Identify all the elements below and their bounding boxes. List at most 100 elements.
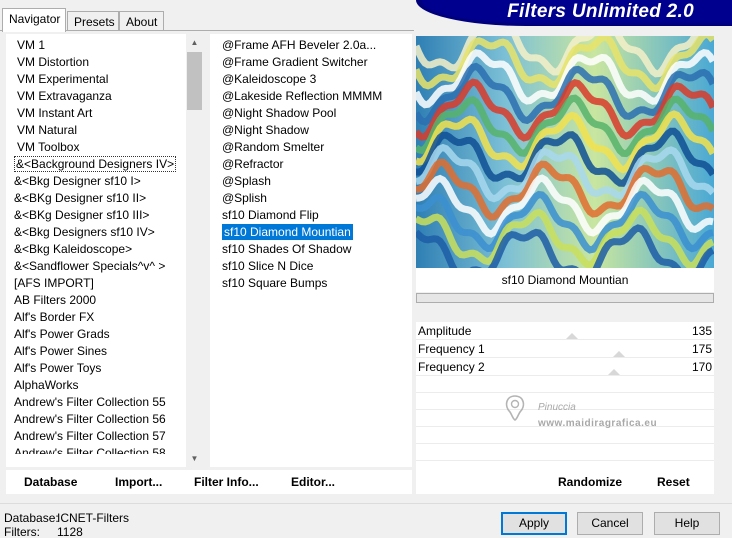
category-label: Andrew's Filter Collection 56 (14, 412, 166, 426)
filter-item[interactable]: sf10 Shades Of Shadow (210, 241, 412, 258)
import-button[interactable]: Import... (115, 470, 162, 494)
category-item[interactable]: Andrew's Filter Collection 57 (6, 428, 203, 445)
tab-presets[interactable]: Presets (67, 11, 119, 30)
category-item[interactable]: Alf's Border FX (6, 309, 203, 326)
filter-item[interactable]: @Night Shadow (210, 122, 412, 139)
category-label: VM 1 (17, 38, 46, 52)
category-item[interactable]: Alf's Power Toys (6, 360, 203, 377)
category-item[interactable]: &<Background Designers IV> (6, 156, 203, 173)
category-item[interactable]: Alf's Power Grads (6, 326, 203, 343)
status-info: Database:ICNET-Filters Filters: 1128 (4, 511, 129, 538)
filter-label: @Night Shadow (222, 123, 309, 137)
tab-navigator[interactable]: Navigator (2, 8, 66, 32)
status-value: 1128 (57, 525, 83, 538)
category-item[interactable]: [AFS IMPORT] (6, 275, 203, 292)
category-label: VM Extravaganza (17, 89, 112, 103)
scroll-down-icon[interactable]: ▼ (186, 450, 203, 467)
category-item[interactable]: Andrew's Filter Collection 58 (6, 445, 203, 454)
param-frequency-1[interactable]: Frequency 1 175 (416, 340, 714, 358)
category-item[interactable]: VM 1 (6, 37, 203, 54)
param-empty-row (416, 444, 714, 461)
filter-label: @Frame Gradient Switcher (222, 55, 368, 69)
tab-about[interactable]: About (119, 11, 164, 30)
filter-label: sf10 Slice N Dice (222, 259, 314, 273)
category-label: Andrew's Filter Collection 57 (14, 429, 166, 443)
preview-image (416, 36, 714, 268)
filter-item[interactable]: sf10 Diamond Mountian (210, 224, 412, 241)
category-item[interactable]: VM Instant Art (6, 105, 203, 122)
category-item[interactable]: &<Bkg Designer sf10 I> (6, 173, 203, 190)
filter-info-button[interactable]: Filter Info... (194, 470, 259, 494)
category-label: &<BKg Designer sf10 II> (14, 191, 147, 205)
editor-button[interactable]: Editor... (291, 470, 335, 494)
filter-label: @Refractor (222, 157, 284, 171)
slider-thumb-icon[interactable] (566, 333, 578, 339)
category-item[interactable]: &<BKg Designer sf10 III> (6, 207, 203, 224)
filter-item[interactable]: @Random Smelter (210, 139, 412, 156)
category-item[interactable]: VM Natural (6, 122, 203, 139)
filter-item[interactable]: @Frame AFH Beveler 2.0a... (210, 37, 412, 54)
slider-thumb-icon[interactable] (608, 369, 620, 375)
filter-item[interactable]: @Kaleidoscope 3 (210, 71, 412, 88)
category-label: &<Bkg Designer sf10 I> (14, 174, 141, 188)
param-label: Frequency 1 (418, 342, 485, 356)
category-label: Alf's Border FX (14, 310, 95, 324)
category-item[interactable]: Andrew's Filter Collection 55 (6, 394, 203, 411)
database-button[interactable]: Database (24, 470, 77, 494)
filter-item[interactable]: sf10 Square Bumps (210, 275, 412, 292)
apply-button[interactable]: Apply (501, 512, 567, 535)
category-item[interactable]: Alf's Power Sines (6, 343, 203, 360)
filter-label: @Lakeside Reflection MMMM (222, 89, 383, 103)
filter-label: sf10 Diamond Flip (222, 208, 319, 222)
category-item[interactable]: &<Bkg Kaleidoscope> (6, 241, 203, 258)
filter-item[interactable]: sf10 Slice N Dice (210, 258, 412, 275)
filter-item[interactable]: sf10 Diamond Flip (210, 207, 412, 224)
category-label: Alf's Power Toys (14, 361, 102, 375)
category-item[interactable]: VM Experimental (6, 71, 203, 88)
category-item[interactable]: AlphaWorks (6, 377, 203, 394)
slider-thumb-icon[interactable] (613, 351, 625, 357)
category-item[interactable]: VM Distortion (6, 54, 203, 71)
category-item[interactable]: &<Sandflower Specials^v^ > (6, 258, 203, 275)
filter-label: @Splish (222, 191, 267, 205)
param-amplitude[interactable]: Amplitude 135 (416, 322, 714, 340)
category-label: &<Bkg Designers sf10 IV> (14, 225, 155, 239)
randomize-button[interactable]: Randomize (558, 470, 622, 494)
scroll-thumb[interactable] (187, 52, 202, 110)
category-item[interactable]: &<Bkg Designers sf10 IV> (6, 224, 203, 241)
watermark-url: www.maidiragrafica.eu (538, 418, 658, 429)
category-label: Andrew's Filter Collection 58 (14, 446, 166, 454)
category-label: VM Distortion (17, 55, 90, 69)
preview-toolbar: Randomize Reset (416, 470, 714, 494)
filter-list[interactable]: @Frame AFH Beveler 2.0a... @Frame Gradien… (210, 34, 412, 467)
category-label: VM Instant Art (17, 106, 93, 120)
category-item[interactable]: AB Filters 2000 (6, 292, 203, 309)
category-item[interactable]: &<BKg Designer sf10 II> (6, 190, 203, 207)
watermark-logo-icon (505, 395, 525, 421)
watermark-name: Pinuccia (538, 402, 576, 413)
watermark: Pinuccia www.maidiragrafica.eu (496, 392, 676, 432)
category-item[interactable]: Andrew's Filter Collection 56 (6, 411, 203, 428)
filter-item[interactable]: @Refractor (210, 156, 412, 173)
filter-item[interactable]: @Splish (210, 190, 412, 207)
scroll-up-icon[interactable]: ▲ (186, 34, 203, 51)
title-banner: Filters Unlimited 2.0 (416, 0, 732, 26)
category-list[interactable]: VM 1 VM Distortion VM Experimental VM Extra… (6, 34, 203, 467)
reset-button[interactable]: Reset (657, 470, 690, 494)
category-label: Andrew's Filter Collection 55 (14, 395, 166, 409)
param-frequency-2[interactable]: Frequency 2 170 (416, 358, 714, 376)
filter-label: @Kaleidoscope 3 (222, 72, 317, 86)
cancel-button[interactable]: Cancel (577, 512, 643, 535)
category-item[interactable]: VM Extravaganza (6, 88, 203, 105)
filter-label: @Night Shadow Pool (222, 106, 337, 120)
filter-item[interactable]: @Lakeside Reflection MMMM (210, 88, 412, 105)
category-item[interactable]: VM Toolbox (6, 139, 203, 156)
filter-item[interactable]: @Splash (210, 173, 412, 190)
category-label: Alf's Power Grads (14, 327, 110, 341)
category-scrollbar[interactable]: ▲ ▼ (186, 34, 203, 467)
help-button[interactable]: Help (654, 512, 720, 535)
preview-caption: sf10 Diamond Mountian (416, 268, 714, 292)
param-value: 170 (691, 360, 712, 374)
filter-item[interactable]: @Frame Gradient Switcher (210, 54, 412, 71)
filter-item[interactable]: @Night Shadow Pool (210, 105, 412, 122)
